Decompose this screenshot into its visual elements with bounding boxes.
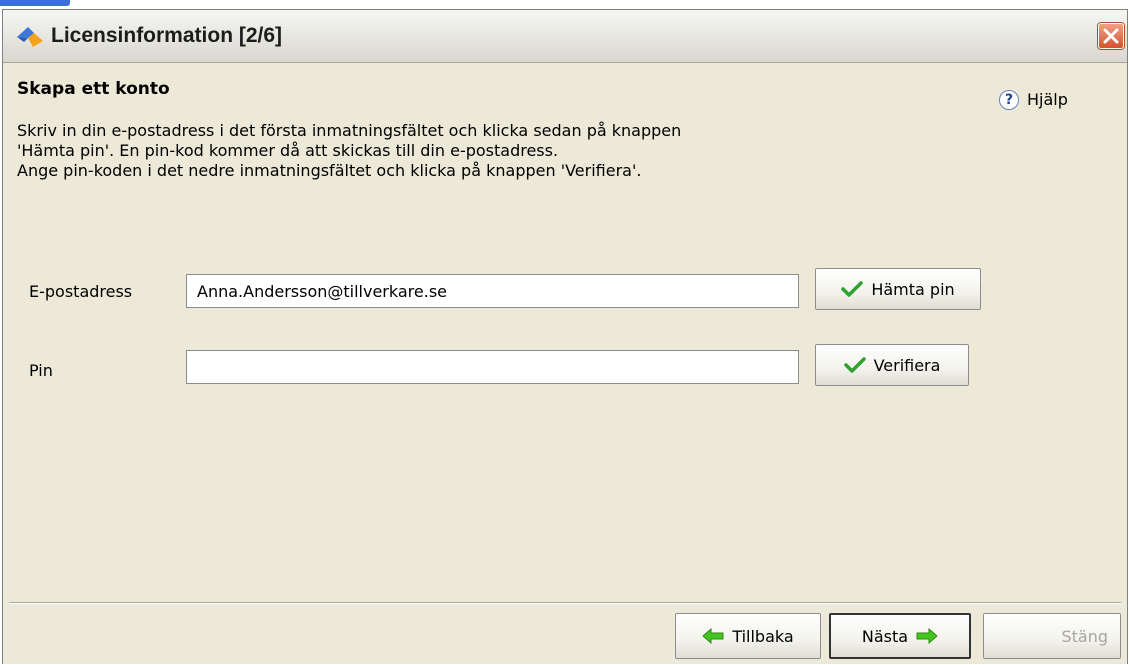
get-pin-label: Hämta pin: [871, 279, 955, 299]
checkmark-icon: [843, 357, 866, 373]
page-heading: Skapa ett konto: [17, 79, 170, 99]
help-label: Hjälp: [1027, 90, 1068, 109]
footer-separator: [9, 602, 1121, 604]
email-field[interactable]: [186, 274, 799, 308]
top-edge: [0, 0, 1130, 9]
close-label: Stäng: [1061, 626, 1108, 646]
instructions-text: Skriv in din e-postadress i det första i…: [17, 121, 977, 181]
back-button[interactable]: Tillbaka: [675, 613, 821, 659]
verify-button[interactable]: Verifiera: [815, 344, 969, 386]
get-pin-button[interactable]: Hämta pin: [815, 268, 981, 310]
window-title: Licensinformation [2/6]: [51, 24, 283, 47]
verify-label: Verifiera: [873, 355, 941, 375]
top-edge-fragment: [0, 0, 70, 6]
close-window-button[interactable]: [1098, 23, 1124, 49]
email-label: E-postadress: [29, 282, 133, 301]
pin-field[interactable]: [186, 350, 799, 384]
instruction-line: Skriv in din e-postadress i det första i…: [17, 121, 682, 140]
title-bar[interactable]: Licensinformation [2/6]: [3, 10, 1127, 63]
instruction-line: 'Hämta pin'. En pin-kod kommer då att sk…: [17, 141, 559, 160]
back-label: Tillbaka: [732, 626, 794, 646]
dialog-content: Skapa ett konto ? Hjälp Skriv in din e-p…: [3, 63, 1127, 665]
next-button[interactable]: Nästa: [829, 613, 971, 659]
close-x-icon: [1103, 28, 1119, 44]
instruction-line: Ange pin-koden i det nedre inmatningsfäl…: [17, 161, 642, 180]
arrow-right-icon: [916, 627, 938, 645]
close-button[interactable]: Stäng: [983, 613, 1121, 659]
question-mark-icon: ?: [999, 90, 1019, 110]
arrow-left-icon: [702, 627, 724, 645]
app-logo-icon: [15, 25, 45, 49]
next-label: Nästa: [861, 626, 909, 646]
pin-label: Pin: [29, 361, 53, 380]
license-dialog: Licensinformation [2/6] Skapa ett konto …: [2, 9, 1128, 664]
checkmark-icon: [841, 281, 864, 297]
